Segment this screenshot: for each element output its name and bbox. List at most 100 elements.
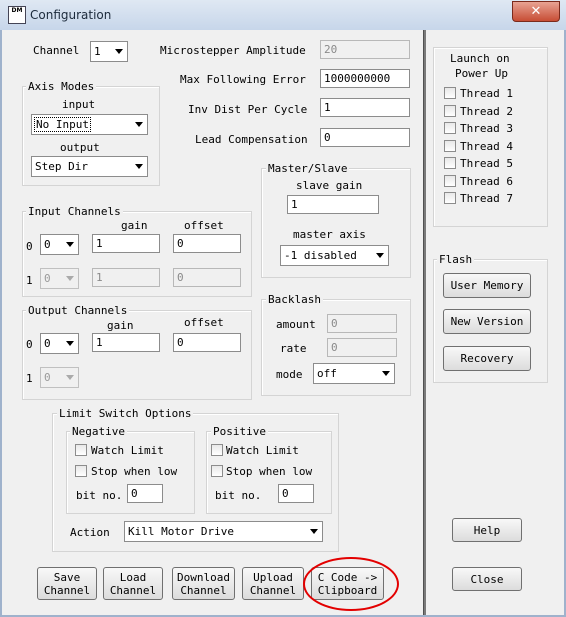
master-axis-select[interactable]: -1 disabled <box>280 245 389 266</box>
upload-channel-button-label: Upload Channel <box>250 571 296 597</box>
chevron-down-icon <box>66 276 74 281</box>
new-version-button[interactable]: New Version <box>443 309 531 334</box>
input-gain-field[interactable]: 1 <box>92 268 160 287</box>
highlight-ellipse <box>303 557 399 611</box>
channel-label: Channel <box>33 44 80 57</box>
backlash-mode-label: mode <box>276 368 303 381</box>
negative-watch-limit-checkbox[interactable] <box>75 444 87 456</box>
max-following-label: Max Following Error <box>180 73 306 86</box>
output-mode-value: Step Dir <box>35 160 88 173</box>
thread-label: Thread 4 <box>460 140 513 153</box>
axis-modes-title: Axis Modes <box>26 80 97 93</box>
positive-bit-field[interactable]: 0 <box>278 484 314 503</box>
app-icon: DM <box>8 6 26 24</box>
save-channel-button[interactable]: Save Channel <box>37 567 97 600</box>
channel-select[interactable]: 1 <box>90 41 128 62</box>
download-channel-line2: Channel <box>180 583 227 597</box>
microstepper-field[interactable]: 20 <box>320 40 410 59</box>
negative-watch-limit-label: Watch Limit <box>91 444 164 457</box>
backlash-rate-field[interactable]: 0 <box>327 338 397 357</box>
thread-label: Thread 3 <box>460 122 513 135</box>
chevron-down-icon <box>135 164 143 169</box>
output-offset-header: offset <box>184 316 224 329</box>
thread-checkbox[interactable] <box>444 192 456 204</box>
max-following-field[interactable]: 1000000000 <box>320 69 410 88</box>
thread-checkbox[interactable] <box>444 157 456 169</box>
slave-gain-field[interactable]: 1 <box>287 195 379 214</box>
panel-divider <box>423 30 426 615</box>
thread-checkbox[interactable] <box>444 105 456 117</box>
output-gain-field[interactable]: 1 <box>92 333 160 352</box>
input-channels-title: Input Channels <box>26 205 123 218</box>
master-slave-title: Master/Slave <box>266 162 350 175</box>
load-channel-line2: Channel <box>109 583 157 597</box>
input-offset-header: offset <box>184 219 224 232</box>
input-channel-select[interactable]: 0 <box>40 234 79 255</box>
chevron-down-icon <box>66 242 74 247</box>
thread-label: Thread 6 <box>460 175 513 188</box>
input-channel-select[interactable]: 0 <box>40 268 79 289</box>
backlash-mode-select[interactable]: off <box>313 363 395 384</box>
input-offset-field[interactable]: 0 <box>173 234 241 253</box>
input-mode-select[interactable]: No Input <box>31 114 148 135</box>
thread-checkbox[interactable] <box>444 122 456 134</box>
close-button[interactable]: Close <box>452 567 522 591</box>
load-channel-button[interactable]: Load Channel <box>103 567 163 600</box>
download-channel-line1: Download <box>177 570 230 584</box>
microstepper-label: Microstepper Amplitude <box>160 44 306 57</box>
thread-checkbox[interactable] <box>444 140 456 152</box>
thread-label: Thread 7 <box>460 192 513 205</box>
input-row-index: 0 <box>26 240 33 253</box>
output-mode-select[interactable]: Step Dir <box>31 156 148 177</box>
positive-stop-when-low-checkbox[interactable] <box>211 465 223 477</box>
negative-bit-label: bit no. <box>76 489 123 502</box>
chevron-down-icon <box>66 375 74 380</box>
upload-channel-button[interactable]: Upload Channel <box>242 567 304 600</box>
input-mode-label: input <box>62 98 96 111</box>
output-channels-title: Output Channels <box>26 304 130 317</box>
negative-title: Negative <box>70 425 127 438</box>
input-channel-value: 0 <box>44 272 51 285</box>
input-gain-field[interactable]: 1 <box>92 234 160 253</box>
negative-stop-when-low-checkbox[interactable] <box>75 465 87 477</box>
output-mode-label: output <box>60 141 100 154</box>
load-channel-line1: Load <box>119 570 147 584</box>
output-gain-header: gain <box>107 319 134 332</box>
close-icon[interactable]: ✕ <box>512 1 560 22</box>
action-select[interactable]: Kill Motor Drive <box>124 521 323 542</box>
chevron-down-icon <box>115 49 123 54</box>
user-memory-button[interactable]: User Memory <box>443 273 531 298</box>
download-channel-button[interactable]: Download Channel <box>172 567 235 600</box>
output-row-index: 1 <box>26 372 33 385</box>
lead-comp-field[interactable]: 0 <box>320 128 410 147</box>
launch-title-line2: Power Up <box>453 67 510 80</box>
chevron-down-icon <box>135 122 143 127</box>
thread-checkbox[interactable] <box>444 175 456 187</box>
input-offset-field[interactable]: 0 <box>173 268 241 287</box>
backlash-rate-label: rate <box>280 342 307 355</box>
download-channel-button-label: Download Channel <box>177 571 230 597</box>
inv-dist-label: Inv Dist Per Cycle <box>188 103 308 116</box>
app-icon-label: DM <box>11 7 23 14</box>
thread-checkbox[interactable] <box>444 87 456 99</box>
output-channel-select[interactable]: 0 <box>40 367 79 388</box>
inv-dist-field[interactable]: 1 <box>320 98 410 117</box>
help-button[interactable]: Help <box>452 518 522 542</box>
limit-switch-title: Limit Switch Options <box>57 407 194 420</box>
negative-bit-field[interactable]: 0 <box>127 484 163 503</box>
positive-watch-limit-checkbox[interactable] <box>211 444 223 456</box>
output-offset-field[interactable]: 0 <box>173 333 241 352</box>
input-gain-header: gain <box>121 219 148 232</box>
load-channel-button-label: Load Channel <box>110 571 156 597</box>
thread-label: Thread 1 <box>460 87 513 100</box>
backlash-amount-field[interactable]: 0 <box>327 314 397 333</box>
output-channel-value: 0 <box>44 371 51 384</box>
chevron-down-icon <box>66 341 74 346</box>
positive-watch-limit-label: Watch Limit <box>226 444 299 457</box>
recovery-button[interactable]: Recovery <box>443 346 531 371</box>
output-channel-select[interactable]: 0 <box>40 333 79 354</box>
input-row-index: 1 <box>26 274 33 287</box>
save-channel-line2: Channel <box>43 583 91 597</box>
upload-channel-line1: Upload <box>253 570 293 584</box>
window-title: Configuration <box>30 8 112 22</box>
